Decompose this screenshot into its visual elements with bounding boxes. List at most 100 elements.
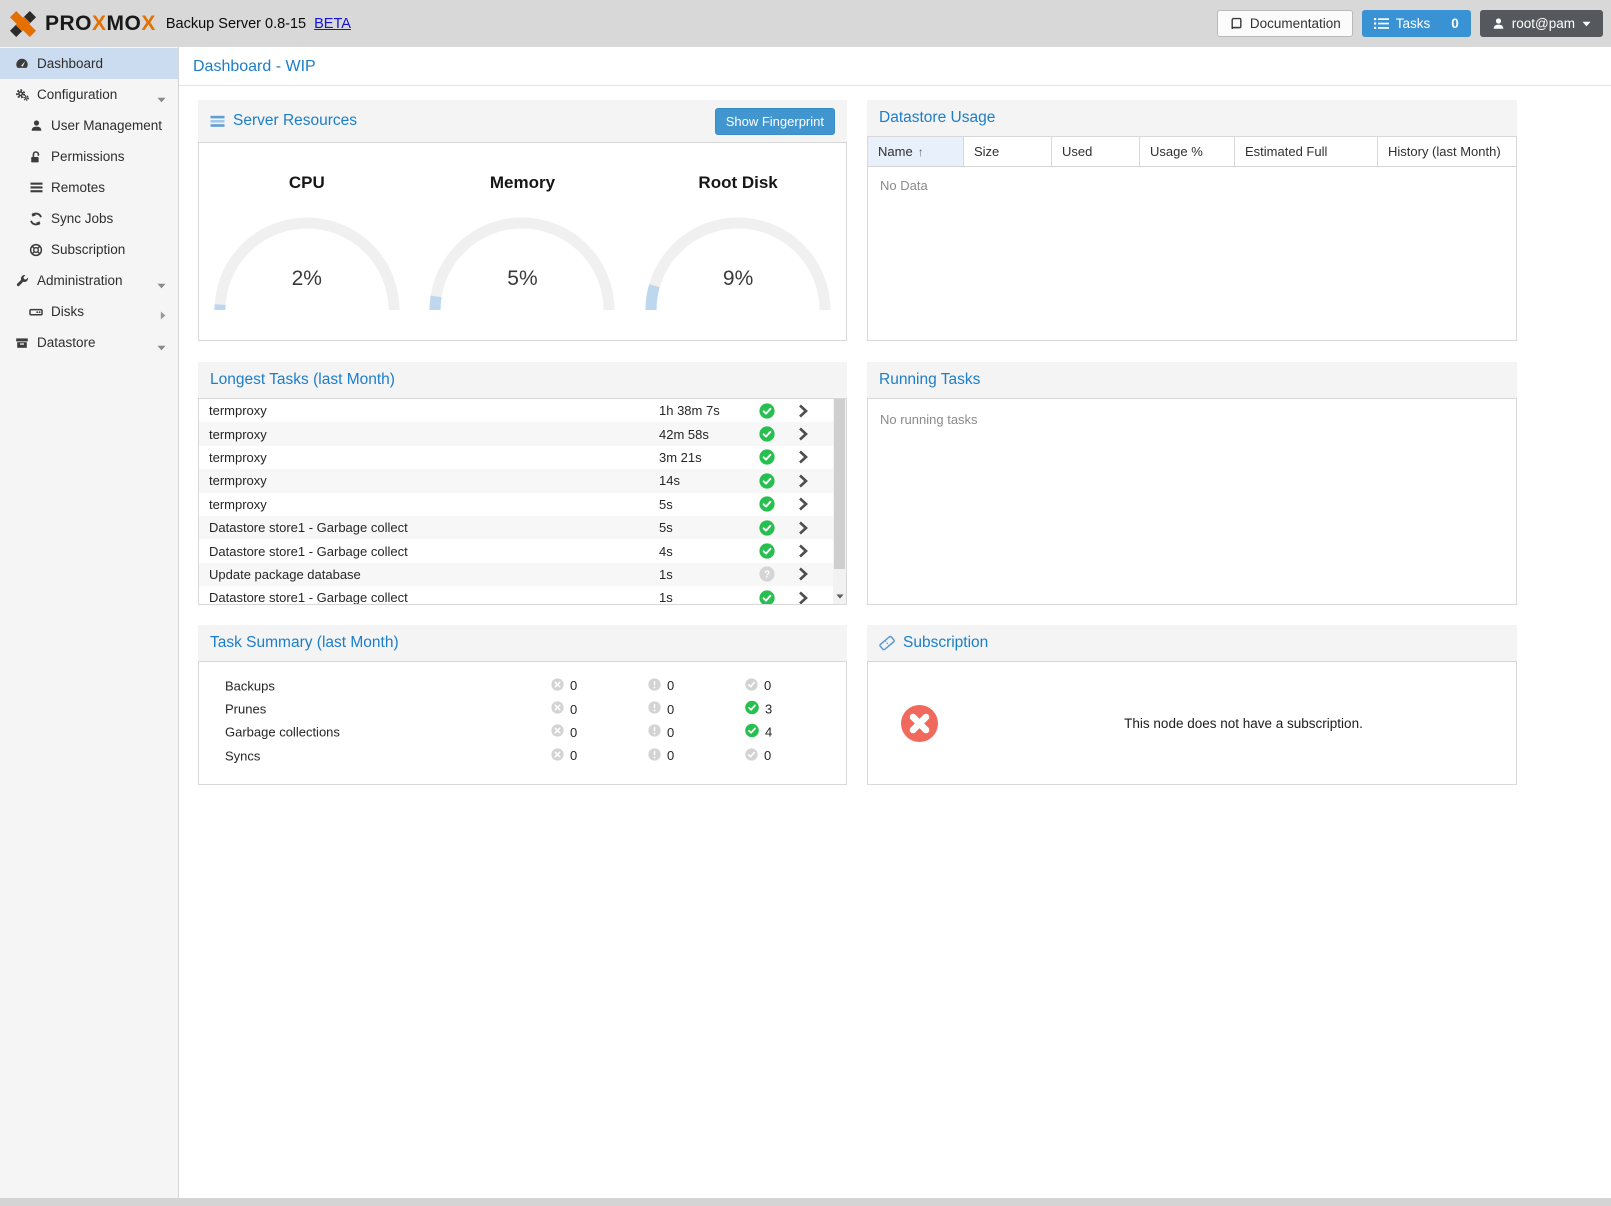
task-detail-chevron[interactable] xyxy=(785,404,821,418)
expander-down-icon[interactable] xyxy=(157,277,166,292)
subscription-message: This node does not have a subscription. xyxy=(971,716,1516,731)
task-row[interactable]: Datastore store1 - Garbage collect 4s xyxy=(199,539,846,562)
user-menu-button[interactable]: root@pam xyxy=(1480,10,1603,37)
running-tasks-panel: Running Tasks No running tasks xyxy=(867,362,1517,605)
sidebar-item-disks[interactable]: Disks xyxy=(0,296,178,327)
gears-icon xyxy=(14,88,30,102)
ok-count-icon xyxy=(745,701,759,718)
subscription-body: This node does not have a subscription. xyxy=(867,661,1517,785)
summary-row-syncs[interactable]: Syncs 0 0 0 xyxy=(199,744,846,767)
sidebar-item-user-management[interactable]: User Management xyxy=(0,110,178,141)
cpu-gauge-value: 2% xyxy=(212,267,402,291)
show-fingerprint-button[interactable]: Show Fingerprint xyxy=(715,108,835,135)
subscription-panel: Subscription This node does not have a s… xyxy=(867,625,1517,785)
warning-count-icon xyxy=(648,678,661,694)
task-detail-chevron[interactable] xyxy=(785,567,821,581)
sidebar-item-permissions[interactable]: Permissions xyxy=(0,141,178,172)
expander-down-icon[interactable] xyxy=(157,91,166,106)
error-count-icon xyxy=(551,724,564,740)
life-ring-icon xyxy=(28,243,44,257)
task-row[interactable]: termproxy 42m 58s xyxy=(199,422,846,445)
task-detail-chevron[interactable] xyxy=(785,591,821,605)
warning-count-icon xyxy=(648,748,661,764)
task-detail-chevron[interactable] xyxy=(785,450,821,464)
column-header-usage-pct[interactable]: Usage % xyxy=(1140,137,1235,166)
sidebar-item-administration[interactable]: Administration xyxy=(0,265,178,296)
root-disk-gauge-value: 9% xyxy=(643,267,833,291)
tasks-count-badge: 0 xyxy=(1451,16,1459,31)
beta-link[interactable]: BETA xyxy=(314,16,351,32)
svg-text:?: ? xyxy=(764,570,770,581)
book-icon xyxy=(1229,17,1243,31)
summary-row-garbage-collections[interactable]: Garbage collections 0 0 4 xyxy=(199,721,846,744)
task-detail-chevron[interactable] xyxy=(785,497,821,511)
sidebar-item-subscription[interactable]: Subscription xyxy=(0,234,178,265)
expander-down-icon[interactable] xyxy=(157,339,166,354)
product-version: Backup Server 0.8-15 xyxy=(166,16,306,32)
vertical-scrollbar[interactable] xyxy=(833,399,846,604)
running-tasks-body: No running tasks xyxy=(867,398,1517,605)
server-resources-panel: Server Resources Show Fingerprint CPU 2% xyxy=(198,100,847,341)
datastore-usage-panel: Datastore Usage Name↑ Size Used Usage % … xyxy=(867,100,1517,341)
task-detail-chevron[interactable] xyxy=(785,544,821,558)
chevron-down-icon xyxy=(1582,21,1591,27)
status-ok-icon xyxy=(749,496,785,512)
column-header-estimated-full[interactable]: Estimated Full xyxy=(1235,137,1378,166)
brand-wordmark: PROXMOX xyxy=(45,12,156,36)
server-icon xyxy=(210,115,225,128)
task-row[interactable]: termproxy 1h 38m 7s xyxy=(199,399,846,422)
column-header-name[interactable]: Name↑ xyxy=(868,137,964,166)
status-ok-icon xyxy=(749,520,785,536)
sync-icon xyxy=(28,212,44,226)
task-row[interactable]: termproxy 3m 21s xyxy=(199,446,846,469)
task-detail-chevron[interactable] xyxy=(785,521,821,535)
hdd-icon xyxy=(28,305,44,319)
user-icon xyxy=(1492,17,1505,30)
scroll-down-button[interactable] xyxy=(833,589,846,604)
task-detail-chevron[interactable] xyxy=(785,474,821,488)
status-unknown-icon: ? xyxy=(749,566,785,582)
sidebar-item-datastore[interactable]: Datastore xyxy=(0,327,178,358)
running-tasks-empty-text: No running tasks xyxy=(868,399,1516,440)
task-row[interactable]: Datastore store1 - Garbage collect 5s xyxy=(199,516,846,539)
scroll-down-arrow-icon xyxy=(836,594,844,599)
scrollbar-thumb[interactable] xyxy=(834,399,845,569)
task-row[interactable]: Update package database 1s ? xyxy=(199,563,846,586)
sidebar-item-dashboard[interactable]: Dashboard xyxy=(0,48,178,79)
documentation-button[interactable]: Documentation xyxy=(1217,10,1353,37)
summary-row-backups[interactable]: Backups 0 0 0 xyxy=(199,674,846,697)
sidebar-item-configuration[interactable]: Configuration xyxy=(0,79,178,110)
sidebar: Dashboard Configuration xyxy=(0,47,179,1198)
sidebar-item-sync-jobs[interactable]: Sync Jobs xyxy=(0,203,178,234)
cpu-gauge: CPU 2% xyxy=(199,173,415,321)
archive-icon xyxy=(14,336,30,350)
expander-right-icon[interactable] xyxy=(160,308,166,323)
column-header-size[interactable]: Size xyxy=(964,137,1052,166)
ticket-icon xyxy=(879,635,895,651)
ok-count-icon xyxy=(745,678,758,694)
task-detail-chevron[interactable] xyxy=(785,427,821,441)
datastore-usage-body: Name↑ Size Used Usage % Estimated Full H… xyxy=(867,136,1517,341)
main-content: Dashboard - WIP Server Resources Show Fi… xyxy=(179,47,1611,1198)
task-row[interactable]: termproxy 5s xyxy=(199,493,846,516)
column-header-used[interactable]: Used xyxy=(1052,137,1140,166)
summary-row-prunes[interactable]: Prunes 0 0 3 xyxy=(199,697,846,720)
page-title-bar: Dashboard - WIP xyxy=(179,47,1611,86)
column-header-history[interactable]: History (last Month) xyxy=(1378,137,1516,166)
user-icon xyxy=(28,119,44,132)
task-row[interactable]: termproxy 14s xyxy=(199,469,846,492)
wrench-icon xyxy=(14,274,30,288)
status-ok-icon xyxy=(749,449,785,465)
ok-count-icon xyxy=(745,724,759,741)
error-count-icon xyxy=(551,678,564,694)
task-row[interactable]: Datastore store1 - Garbage collect 1s xyxy=(199,586,846,605)
tasks-button[interactable]: Tasks 0 xyxy=(1362,10,1471,37)
page-title: Dashboard - WIP xyxy=(179,47,1611,86)
longest-tasks-header: Longest Tasks (last Month) xyxy=(198,362,847,398)
status-ok-icon xyxy=(749,426,785,442)
proxmox-x-icon xyxy=(8,9,38,39)
top-bar: PROXMOX Backup Server 0.8-15 BETA Docume… xyxy=(0,0,1611,47)
root-disk-gauge: Root Disk 9% xyxy=(630,173,846,321)
server-resources-body: CPU 2% Memory xyxy=(198,142,847,341)
sidebar-item-remotes[interactable]: Remotes xyxy=(0,172,178,203)
